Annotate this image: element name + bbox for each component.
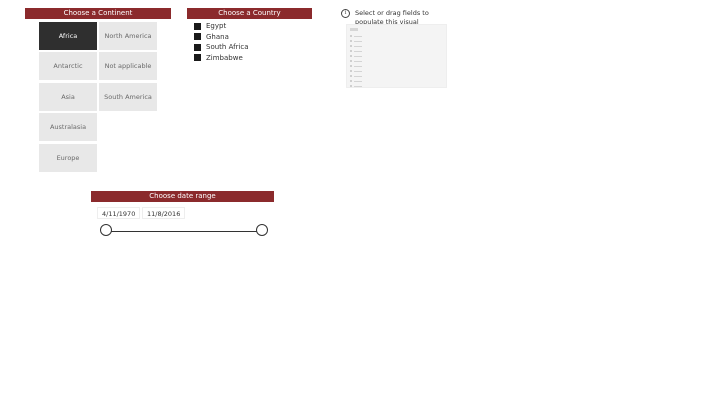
country-label: Ghana	[206, 32, 229, 41]
tile-continent-asia[interactable]: Asia	[39, 83, 97, 111]
country-list: Egypt Ghana South Africa Zimbabwe	[194, 21, 249, 63]
country-slicer-header: Choose a Country	[187, 8, 312, 19]
country-item-zimbabwe[interactable]: Zimbabwe	[194, 53, 249, 64]
tile-continent-not-applicable[interactable]: Not applicable	[99, 52, 157, 80]
tile-continent-europe[interactable]: Europe	[39, 144, 97, 172]
placeholder-row	[350, 40, 364, 42]
country-item-south-africa[interactable]: South Africa	[194, 42, 249, 53]
tile-continent-africa[interactable]: Africa	[39, 22, 97, 50]
tile-continent-australasia[interactable]: Australasia	[39, 113, 97, 141]
checkbox-icon[interactable]	[194, 22, 201, 30]
empty-visual-placeholder[interactable]	[346, 24, 447, 88]
continent-slicer-header: Choose a Continent	[25, 8, 171, 19]
empty-visual-message: Select or drag fields to populate this v…	[355, 9, 429, 25]
country-label: South Africa	[206, 43, 249, 52]
tile-continent-north-america[interactable]: North America	[99, 22, 157, 50]
country-item-egypt[interactable]: Egypt	[194, 21, 249, 32]
info-icon: i	[341, 9, 350, 18]
placeholder-row	[350, 70, 364, 72]
placeholder-row	[350, 60, 364, 62]
placeholder-row	[350, 50, 364, 52]
checkbox-icon[interactable]	[194, 54, 201, 62]
checkbox-icon[interactable]	[194, 33, 201, 41]
country-label: Zimbabwe	[206, 53, 243, 62]
end-date-handle[interactable]	[256, 224, 268, 236]
date-slicer-header: Choose date range	[91, 191, 274, 202]
date-range-track[interactable]	[107, 230, 262, 232]
placeholder-row	[350, 85, 364, 87]
placeholder-row	[350, 45, 364, 47]
tile-continent-south-america[interactable]: South America	[99, 83, 157, 111]
checkbox-icon[interactable]	[194, 43, 201, 51]
tile-continent-antarctic[interactable]: Antarctic	[39, 52, 97, 80]
placeholder-row	[350, 55, 364, 57]
start-date-input[interactable]: 4/11/1970	[97, 207, 140, 219]
placeholder-row	[350, 80, 364, 82]
placeholder-header-line	[350, 28, 358, 31]
report-canvas: Choose a Continent Africa North America …	[0, 0, 720, 411]
placeholder-row	[350, 75, 364, 77]
end-date-input[interactable]: 11/8/2016	[142, 207, 185, 219]
country-label: Egypt	[206, 22, 227, 31]
country-item-ghana[interactable]: Ghana	[194, 32, 249, 43]
start-date-handle[interactable]	[100, 224, 112, 236]
placeholder-row	[350, 65, 364, 67]
placeholder-row	[350, 35, 364, 37]
